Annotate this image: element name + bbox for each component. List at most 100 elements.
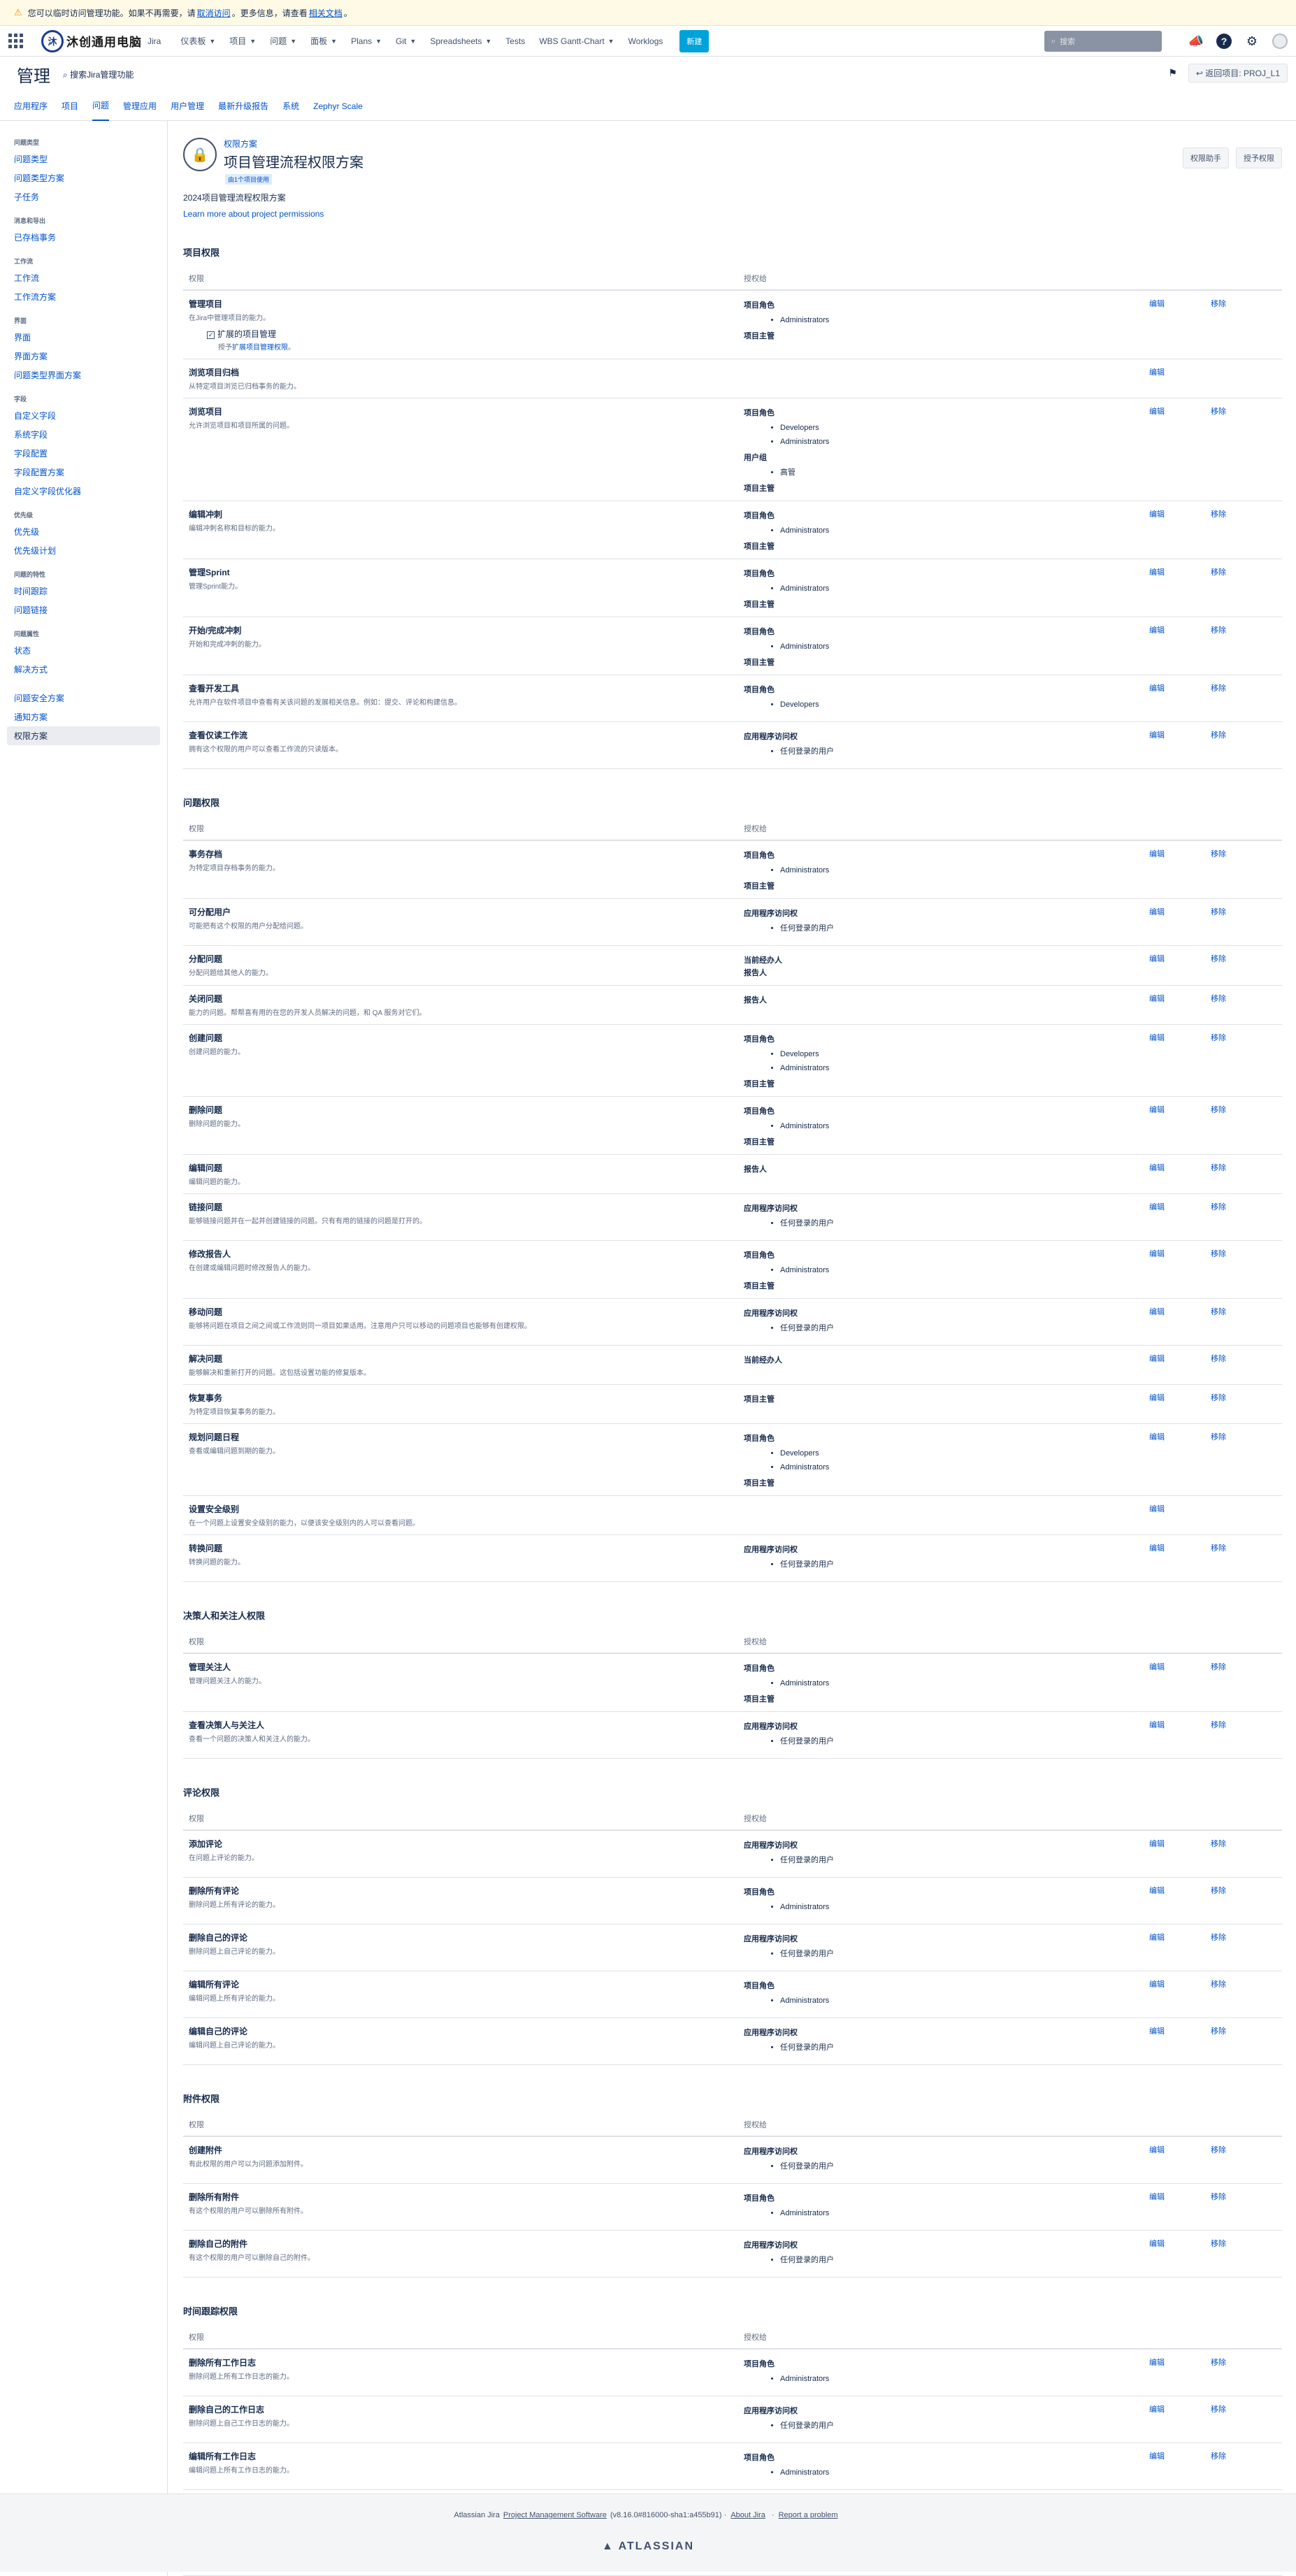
help-icon[interactable]: ? <box>1216 34 1232 49</box>
edit-link[interactable]: 编辑 <box>1149 993 1165 1004</box>
sidebar-item[interactable]: 系统字段 <box>7 425 160 444</box>
edit-link[interactable]: 编辑 <box>1149 508 1165 519</box>
edit-link[interactable]: 编辑 <box>1149 1201 1165 1212</box>
nav-item[interactable]: Git ▼ <box>396 36 416 46</box>
remove-link[interactable]: 移除 <box>1211 729 1226 740</box>
edit-link[interactable]: 编辑 <box>1149 1353 1165 1364</box>
edit-link[interactable]: 编辑 <box>1149 1978 1165 1989</box>
breadcrumb[interactable]: 权限方案 <box>224 139 257 149</box>
sidebar-item[interactable]: 优先级 <box>7 522 160 541</box>
report-problem-link[interactable]: Report a problem <box>779 2511 838 2519</box>
checkbox[interactable]: ✓ <box>207 331 215 339</box>
remove-link[interactable]: 移除 <box>1211 1661 1226 1672</box>
sidebar-item[interactable]: 问题类型方案 <box>7 168 160 187</box>
docs-link[interactable]: 相关文档 <box>309 7 343 19</box>
sidebar-item[interactable]: 字段配置 <box>7 444 160 463</box>
edit-link[interactable]: 编辑 <box>1149 405 1165 417</box>
sidebar-item[interactable]: 优先级计划 <box>7 541 160 560</box>
sidebar-item[interactable]: 自定义字段优化器 <box>7 482 160 501</box>
sidebar-item[interactable]: 时间跟踪 <box>7 582 160 600</box>
remove-link[interactable]: 移除 <box>1211 1885 1226 1896</box>
sidebar-item[interactable]: 问题安全方案 <box>7 689 160 707</box>
edit-link[interactable]: 编辑 <box>1149 1032 1165 1043</box>
sidebar-item[interactable]: 界面 <box>7 328 160 347</box>
admin-tab[interactable]: 应用程序 <box>14 92 48 120</box>
edit-link[interactable]: 编辑 <box>1149 1306 1165 1317</box>
edit-link[interactable]: 编辑 <box>1149 2144 1165 2155</box>
edit-link[interactable]: 编辑 <box>1149 906 1165 917</box>
sidebar-item[interactable]: 问题链接 <box>7 600 160 619</box>
edit-link[interactable]: 编辑 <box>1149 1542 1165 1553</box>
sidebar-item[interactable]: 问题类型 <box>7 150 160 168</box>
notifications-icon[interactable]: 📣 <box>1188 34 1204 49</box>
edit-link[interactable]: 编辑 <box>1149 729 1165 740</box>
remove-link[interactable]: 移除 <box>1211 2403 1226 2415</box>
remove-link[interactable]: 移除 <box>1211 624 1226 635</box>
sidebar-item[interactable]: 已存档事务 <box>7 228 160 247</box>
nav-item[interactable]: 项目 ▼ <box>229 35 256 47</box>
learn-more-link[interactable]: Learn more about project permissions <box>183 209 1282 219</box>
admin-tab[interactable]: Zephyr Scale <box>313 93 363 120</box>
edit-link[interactable]: 编辑 <box>1149 566 1165 577</box>
edit-link[interactable]: 编辑 <box>1149 1885 1165 1896</box>
app-switcher-icon[interactable] <box>8 34 23 48</box>
permission-helper-button[interactable]: 权限助手 <box>1183 147 1229 168</box>
remove-link[interactable]: 移除 <box>1211 2356 1226 2368</box>
remove-link[interactable]: 移除 <box>1211 1542 1226 1553</box>
edit-link[interactable]: 编辑 <box>1149 2450 1165 2461</box>
usage-badge[interactable]: 由1个项目使用 <box>225 174 273 185</box>
remove-link[interactable]: 移除 <box>1211 1931 1226 1943</box>
remove-link[interactable]: 移除 <box>1211 1719 1226 1730</box>
remove-link[interactable]: 移除 <box>1211 1978 1226 1989</box>
create-button[interactable]: 新建 <box>679 29 710 52</box>
admin-tab[interactable]: 管理应用 <box>123 92 157 120</box>
nav-item[interactable]: Spreadsheets ▼ <box>430 36 491 46</box>
nav-item[interactable]: 面板 ▼ <box>310 35 337 47</box>
edit-link[interactable]: 编辑 <box>1149 1719 1165 1730</box>
avatar[interactable] <box>1272 34 1288 49</box>
remove-link[interactable]: 移除 <box>1211 682 1226 693</box>
admin-search-link[interactable]: ⌕ 搜索Jira管理功能 <box>63 69 134 80</box>
edit-link[interactable]: 编辑 <box>1149 1503 1165 1514</box>
logo[interactable]: 沐 沐创通用电脑 Jira <box>41 29 161 52</box>
edit-link[interactable]: 编辑 <box>1149 2238 1165 2249</box>
sidebar-item[interactable]: 问题类型界面方案 <box>7 366 160 384</box>
extended-link[interactable]: 扩展项目管理权限 <box>232 344 288 352</box>
sidebar-item[interactable]: 权限方案 <box>7 726 160 745</box>
edit-link[interactable]: 编辑 <box>1149 1104 1165 1115</box>
remove-link[interactable]: 移除 <box>1211 1162 1226 1173</box>
edit-link[interactable]: 编辑 <box>1149 2356 1165 2368</box>
remove-link[interactable]: 移除 <box>1211 2450 1226 2461</box>
remove-link[interactable]: 移除 <box>1211 906 1226 917</box>
edit-link[interactable]: 编辑 <box>1149 1431 1165 1442</box>
grant-permission-button[interactable]: 授予权限 <box>1236 147 1282 168</box>
nav-item[interactable]: 仪表板 ▼ <box>180 35 215 47</box>
edit-link[interactable]: 编辑 <box>1149 2403 1165 2415</box>
edit-link[interactable]: 编辑 <box>1149 1392 1165 1403</box>
remove-link[interactable]: 移除 <box>1211 508 1226 519</box>
remove-link[interactable]: 移除 <box>1211 1104 1226 1115</box>
back-to-project-button[interactable]: ↩ 返回项目: PROJ_L1 <box>1188 64 1288 82</box>
edit-link[interactable]: 编辑 <box>1149 1931 1165 1943</box>
admin-tab[interactable]: 项目 <box>62 92 78 120</box>
remove-link[interactable]: 移除 <box>1211 848 1226 859</box>
feedback-icon[interactable]: ⚑ <box>1168 67 1177 79</box>
admin-tab[interactable]: 用户管理 <box>171 92 204 120</box>
remove-link[interactable]: 移除 <box>1211 1392 1226 1403</box>
edit-link[interactable]: 编辑 <box>1149 2191 1165 2202</box>
edit-link[interactable]: 编辑 <box>1149 1661 1165 1672</box>
about-jira-link[interactable]: About Jira <box>730 2511 765 2519</box>
edit-link[interactable]: 编辑 <box>1149 953 1165 964</box>
cancel-access-link[interactable]: 取消访问 <box>197 7 231 19</box>
sidebar-item[interactable]: 字段配置方案 <box>7 463 160 482</box>
remove-link[interactable]: 移除 <box>1211 1248 1226 1259</box>
sidebar-item[interactable]: 工作流方案 <box>7 287 160 306</box>
remove-link[interactable]: 移除 <box>1211 1201 1226 1212</box>
remove-link[interactable]: 移除 <box>1211 1838 1226 1849</box>
remove-link[interactable]: 移除 <box>1211 405 1226 417</box>
remove-link[interactable]: 移除 <box>1211 566 1226 577</box>
remove-link[interactable]: 移除 <box>1211 2238 1226 2249</box>
edit-link[interactable]: 编辑 <box>1149 1162 1165 1173</box>
remove-link[interactable]: 移除 <box>1211 2025 1226 2036</box>
admin-tab[interactable]: 最新升级报告 <box>218 92 268 120</box>
